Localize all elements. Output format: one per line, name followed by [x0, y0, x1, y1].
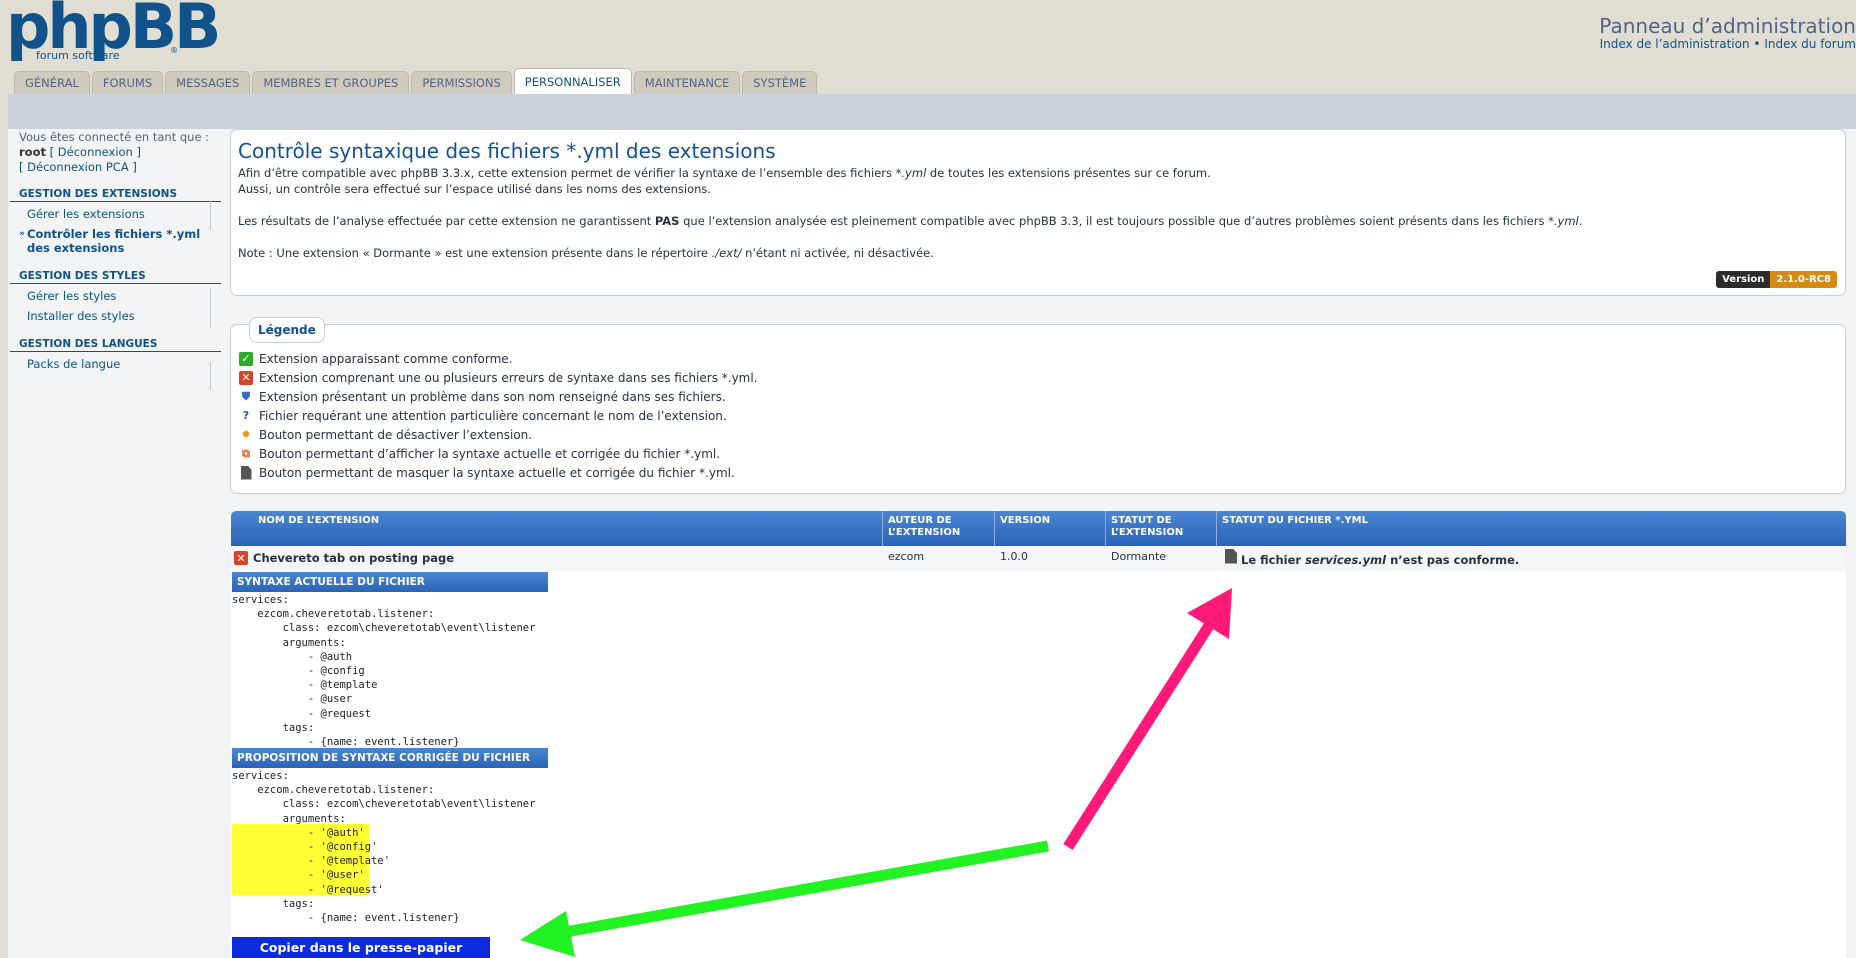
tab-forums[interactable]: Forums — [91, 71, 164, 94]
admin-index-link[interactable]: Index de l’administration — [1600, 37, 1750, 51]
sidebar-divider — [210, 362, 211, 390]
gear-icon: ✹ — [241, 428, 251, 441]
logout-acp-link[interactable]: [ Déconnexion PCA ] — [19, 160, 137, 174]
column-header-file-status: Statut du fichier *.yml — [1222, 515, 1368, 526]
version-badge: Version 2.1.0-RC8 — [1716, 271, 1837, 288]
sidebar-item-manage-styles[interactable]: Gérer les styles — [10, 286, 221, 306]
table-row: ✕ Chevereto tab on posting page ezcom 1.… — [231, 546, 1846, 571]
error-icon: ✕ — [239, 370, 253, 385]
sidebar-item-manage-extensions[interactable]: Gérer les extensions — [10, 204, 221, 224]
logo-subtitle: forum software — [36, 49, 120, 62]
legend-item: ? Fichier requérant une attention particu… — [231, 406, 1845, 425]
document-icon[interactable] — [1224, 548, 1238, 564]
sidebar: Vous êtes connecté en tant que : root [ … — [10, 129, 221, 389]
question-icon: ? — [242, 409, 250, 422]
sidebar-heading-styles: Gestion des styles — [10, 270, 221, 284]
column-header-name: Nom de l’extension — [258, 515, 380, 526]
sidebar-item-install-styles[interactable]: Installer des styles — [10, 306, 221, 326]
current-syntax-code: services: ezcom.cheveretotab.listener: c… — [232, 594, 536, 749]
sidebar-divider — [210, 200, 211, 230]
login-info: Vous êtes connecté en tant que : root [ … — [10, 130, 221, 175]
extension-name: Chevereto tab on posting page — [253, 551, 455, 565]
page-title: Contrôle syntaxique des fichiers *.yml d… — [238, 139, 776, 163]
tab-band — [8, 94, 1856, 129]
extension-author: ezcom — [888, 550, 925, 563]
extension-version: 1.0.0 — [1000, 550, 1028, 563]
legend-item: ⧉ Bouton permettant d’afficher la syntaxe… — [231, 444, 1845, 463]
intro-paragraph-1: Afin d’être compatible avec phpBB 3.3.x,… — [238, 166, 1211, 180]
sidebar-heading-extensions: Gestion des extensions — [10, 188, 221, 202]
header-links: Index de l’administration • Index du for… — [1600, 37, 1856, 51]
sidebar-heading-languages: Gestion des langues — [10, 338, 221, 352]
copy-to-clipboard-button[interactable]: Copier dans le presse-papier — [232, 937, 490, 958]
legend-title: Légende — [249, 317, 325, 343]
legend-item: ✹ Bouton permettant de désactiver l’exten… — [231, 425, 1845, 444]
file-status-message: Le fichier services.yml n’est pas confor… — [1241, 553, 1520, 567]
legend-item: ✕ Extension comprenant une ou plusieurs e… — [231, 368, 1845, 387]
extension-status: Dormante — [1111, 550, 1167, 563]
tab-permissions[interactable]: Permissions — [411, 71, 512, 94]
current-syntax-label: Syntaxe actuelle du fichier — [232, 572, 548, 592]
intro-panel: Contrôle syntaxique des fichiers *.yml d… — [230, 129, 1846, 296]
column-divider — [994, 511, 995, 546]
tab-general[interactable]: Général — [14, 71, 90, 94]
username: root — [19, 145, 46, 159]
tab-maintenance[interactable]: Maintenance — [633, 71, 741, 94]
extensions-table-header: Nom de l’extension Auteur de l’extension… — [231, 511, 1846, 546]
copy-icon: ⧉ — [242, 447, 250, 460]
tab-customise[interactable]: Personnaliser — [513, 68, 632, 94]
phpbb-logo[interactable]: phpBB forum software ® — [6, 0, 221, 62]
column-header-ext-status: Statut de l’extension — [1111, 515, 1184, 538]
tab-members-groups[interactable]: Membres et groupes — [252, 71, 410, 94]
forum-index-link[interactable]: Index du forum — [1764, 37, 1856, 51]
login-prefix: Vous êtes connecté en tant que : — [19, 130, 210, 144]
main-tabs: Général Forums Messages Membres et group… — [14, 68, 818, 94]
legend-item: Bouton permettant de masquer la syntaxe … — [231, 463, 1845, 482]
legend-item: ⛊ Extension présentant un problème dans s… — [231, 387, 1845, 406]
tab-system[interactable]: Système — [742, 71, 818, 94]
column-divider — [882, 511, 883, 546]
version-badge-key: Version — [1716, 271, 1771, 288]
logout-link[interactable]: [ Déconnexion ] — [50, 145, 141, 159]
legend-panel: Légende ✓ Extension apparaissant comme co… — [230, 317, 1846, 494]
intro-paragraph-3: Les résultats de l’analyse effectuée par… — [238, 214, 1583, 228]
link-separator: • — [1749, 37, 1765, 51]
proposed-syntax-code: services: ezcom.cheveretotab.listener: c… — [232, 770, 536, 925]
intro-note: Note : Une extension « Dormante » est un… — [238, 246, 934, 260]
sidebar-item-check-yml[interactable]: Contrôler les fichiers *.yml des extensi… — [10, 224, 221, 258]
column-divider — [1216, 511, 1217, 546]
shield-icon: ⛊ — [241, 390, 251, 403]
proposed-syntax-label: Proposition de syntaxe corrigée du fichi… — [232, 748, 548, 768]
sidebar-divider — [210, 288, 211, 328]
column-divider — [1105, 511, 1106, 546]
sidebar-item-language-packs[interactable]: Packs de langue — [10, 354, 221, 374]
intro-paragraph-2: Aussi, un contrôle sera effectué sur l’e… — [238, 182, 712, 196]
check-icon: ✓ — [239, 351, 253, 366]
page-heading: Panneau d’administration — [1599, 14, 1856, 38]
tab-messages[interactable]: Messages — [165, 71, 251, 94]
column-header-author: Auteur de l’extension — [888, 515, 961, 538]
column-header-version: Version — [1000, 515, 1051, 526]
error-icon: ✕ — [234, 551, 248, 565]
document-icon — [239, 465, 253, 480]
version-badge-value: 2.1.0-RC8 — [1770, 271, 1837, 288]
legend-item: ✓ Extension apparaissant comme conforme. — [231, 349, 1845, 368]
logo-registered-mark: ® — [170, 46, 178, 55]
